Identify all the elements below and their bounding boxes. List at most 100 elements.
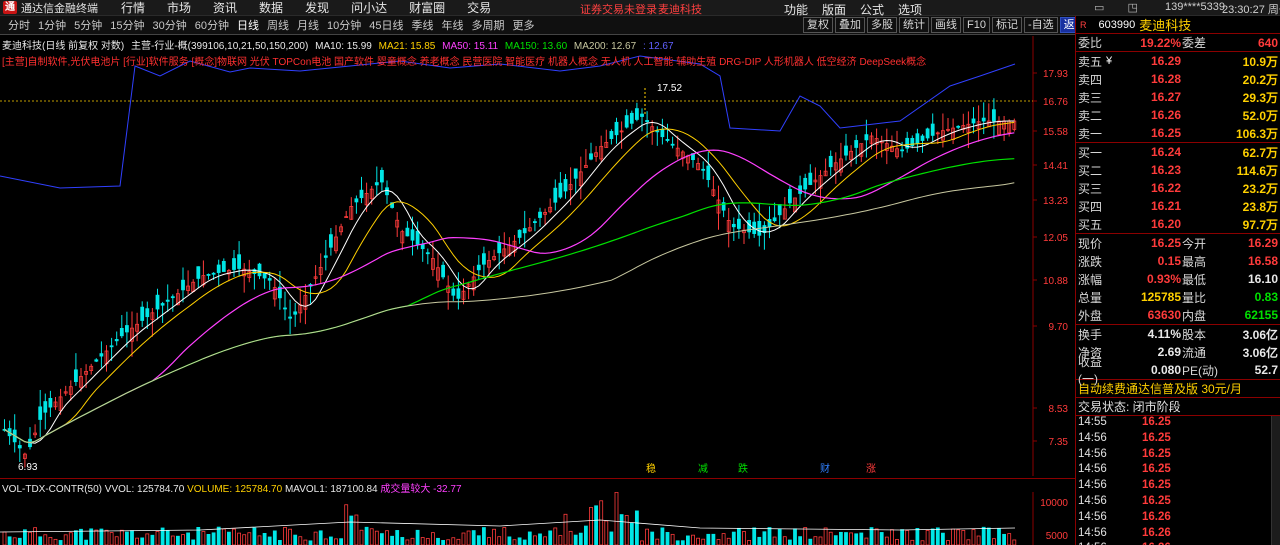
tool-biaoji[interactable]: 标记 bbox=[991, 17, 1022, 33]
tool-tongji[interactable]: 统计 bbox=[899, 17, 929, 33]
tool-f10[interactable]: F10 bbox=[963, 17, 990, 33]
stat-row[interactable]: 涨跌 0.15 最高 16.58 bbox=[1076, 252, 1280, 270]
period-1min[interactable]: 1分钟 bbox=[38, 17, 66, 33]
menu-faxian[interactable]: 发现 bbox=[305, 0, 329, 16]
bid-row[interactable]: 买四 16.21 23.8万 bbox=[1076, 197, 1280, 215]
tick-price: 16.26 bbox=[1142, 526, 1171, 539]
candle-body bbox=[328, 234, 333, 248]
period-5min[interactable]: 5分钟 bbox=[74, 17, 102, 33]
candles-group bbox=[2, 98, 1017, 468]
menu-caifuquan[interactable]: 财富圈 bbox=[409, 0, 445, 16]
stat-row[interactable]: 现价 16.25 今开 16.29 bbox=[1076, 234, 1280, 252]
stat-row[interactable]: 外盘 63630 内盘 62155 bbox=[1076, 306, 1280, 324]
candle-body bbox=[221, 260, 226, 272]
bid-row-value: 16.24 bbox=[1150, 145, 1181, 159]
ask-row[interactable]: 卖三 16.27 29.3万 bbox=[1076, 88, 1280, 106]
volume-bar bbox=[415, 529, 420, 545]
volume-bar bbox=[221, 528, 226, 545]
period-multi[interactable]: 多周期 bbox=[472, 17, 505, 33]
fund-row[interactable]: 换手 4.11% 股本 3.06亿 bbox=[1076, 325, 1280, 343]
volume-bar bbox=[17, 537, 22, 545]
volume-bar bbox=[517, 537, 522, 545]
bid-row-value2: 23.8万 bbox=[1242, 199, 1278, 214]
volume-bar bbox=[538, 533, 542, 545]
volume-bar bbox=[747, 540, 751, 545]
period-10min[interactable]: 10分钟 bbox=[327, 17, 361, 33]
volume-bar bbox=[599, 500, 604, 545]
menu-jiaoyi[interactable]: 交易 bbox=[467, 0, 491, 16]
candle-body bbox=[522, 228, 527, 234]
menu-shichang[interactable]: 市场 bbox=[167, 0, 191, 16]
period-60min[interactable]: 60分钟 bbox=[195, 17, 229, 33]
tool-zixuan[interactable]: -自选 bbox=[1023, 17, 1058, 33]
period-daily[interactable]: 日线 bbox=[237, 17, 259, 33]
tool-huaxian[interactable]: 画线 bbox=[931, 17, 961, 33]
candle-body bbox=[624, 115, 629, 128]
volume-bar bbox=[823, 527, 828, 545]
tool-diejia[interactable]: 叠加 bbox=[835, 17, 865, 33]
candle-body bbox=[533, 221, 537, 223]
stat-row[interactable]: 涨幅 0.93% 最低 16.10 bbox=[1076, 270, 1280, 288]
ask-book: 卖五 16.29 10.9万 ¥ 卖四 16.28 20.2万 卖三 16.27 29.3万 卖二 1… bbox=[1076, 52, 1280, 143]
user-account[interactable]: 139****5339 bbox=[1165, 1, 1225, 13]
period-weekly[interactable]: 周线 bbox=[267, 17, 289, 33]
bid-row[interactable]: 买二 16.23 114.6万 bbox=[1076, 161, 1280, 179]
bid-row[interactable]: 买五 16.20 97.7万 bbox=[1076, 215, 1280, 233]
period-30min[interactable]: 30分钟 bbox=[153, 17, 187, 33]
candle-body bbox=[354, 198, 359, 203]
indicator-name: 主营-行业-概(399106,10,21,50,150,200) bbox=[131, 41, 309, 52]
candle-body bbox=[808, 172, 813, 185]
menu-hangqing[interactable]: 行情 bbox=[121, 0, 145, 16]
volume-bar bbox=[267, 536, 272, 545]
tool-duogu[interactable]: 多股 bbox=[867, 17, 897, 33]
stat-row[interactable]: 总量 125785 量比 0.83 bbox=[1076, 288, 1280, 306]
volume-bar bbox=[527, 531, 532, 545]
app-title: 通达信金融终端 bbox=[21, 2, 98, 15]
volume-bar bbox=[206, 534, 211, 545]
period-monthly[interactable]: 月线 bbox=[297, 17, 319, 33]
window-controls[interactable]: ▭ ◳ bbox=[1094, 1, 1148, 14]
period-year[interactable]: 年线 bbox=[442, 17, 464, 33]
stock-name: 麦迪科技 bbox=[1139, 18, 1192, 33]
kline-chart[interactable]: 17.93 16.76 15.58 14.41 13.23 12.05 10.88 9.70 8… bbox=[0, 36, 1075, 476]
candle-body bbox=[109, 345, 114, 348]
ma10-line bbox=[4, 120, 1015, 444]
clock: 23:30:27 周一 bbox=[1222, 4, 1280, 16]
bid-row[interactable]: 买三 16.22 23.2万 bbox=[1076, 179, 1280, 197]
login-notice[interactable]: 证券交易未登录 bbox=[580, 1, 657, 17]
menu-zixun[interactable]: 资讯 bbox=[213, 0, 237, 16]
bid-row[interactable]: 买一 16.24 62.7万 bbox=[1076, 143, 1280, 161]
period-15min[interactable]: 15分钟 bbox=[110, 17, 144, 33]
volume-bar bbox=[997, 528, 1001, 545]
volume-bar bbox=[573, 534, 578, 545]
period-quarter[interactable]: 季线 bbox=[412, 17, 434, 33]
concept-tags: [主营]自制软件,光伏电池片 [行业]软件服务 [概念]物联网 光伏 TOPCo… bbox=[2, 57, 927, 67]
period-fenshi[interactable]: 分时 bbox=[8, 17, 30, 33]
candle-body bbox=[211, 272, 216, 275]
ask-row[interactable]: 卖二 16.26 52.0万 bbox=[1076, 106, 1280, 124]
ask-row[interactable]: 卖四 16.28 20.2万 bbox=[1076, 70, 1280, 88]
candle-body bbox=[900, 149, 904, 152]
tick-scrollbar[interactable] bbox=[1271, 416, 1280, 545]
stat-row-value2: 0.83 bbox=[1254, 290, 1278, 304]
candle-body bbox=[165, 299, 170, 302]
volume-bar bbox=[232, 528, 236, 545]
period-45day[interactable]: 45日线 bbox=[369, 17, 403, 33]
tool-fuquan[interactable]: 复权 bbox=[803, 17, 833, 33]
menu-shuju[interactable]: 数据 bbox=[259, 0, 283, 16]
tick-price: 16.25 bbox=[1142, 431, 1171, 444]
ask-row[interactable]: 卖一 16.25 106.3万 bbox=[1076, 124, 1280, 142]
volume-bar bbox=[946, 540, 950, 545]
ask-row[interactable]: 卖五 16.29 10.9万 ¥ bbox=[1076, 52, 1280, 70]
period-more[interactable]: 更多 bbox=[513, 17, 535, 33]
volume-chart[interactable]: 10000 5000 bbox=[0, 492, 1075, 545]
menu-bar: 通 通达信金融终端 行情 市场 资讯 数据 发现 问小达 财富圈 交易 证券交易… bbox=[0, 0, 1280, 17]
candle-body bbox=[410, 229, 415, 241]
menu-wenxiaoda[interactable]: 问小达 bbox=[351, 0, 387, 16]
volume-bar bbox=[563, 513, 568, 545]
volume-bar bbox=[966, 539, 971, 545]
volume-bar bbox=[609, 531, 614, 545]
candle-body bbox=[476, 264, 481, 271]
fund-row[interactable]: 收益(一) 0.080 PE(动) 52.7 bbox=[1076, 355, 1280, 386]
price-tick-label: 16.76 bbox=[1043, 97, 1068, 108]
